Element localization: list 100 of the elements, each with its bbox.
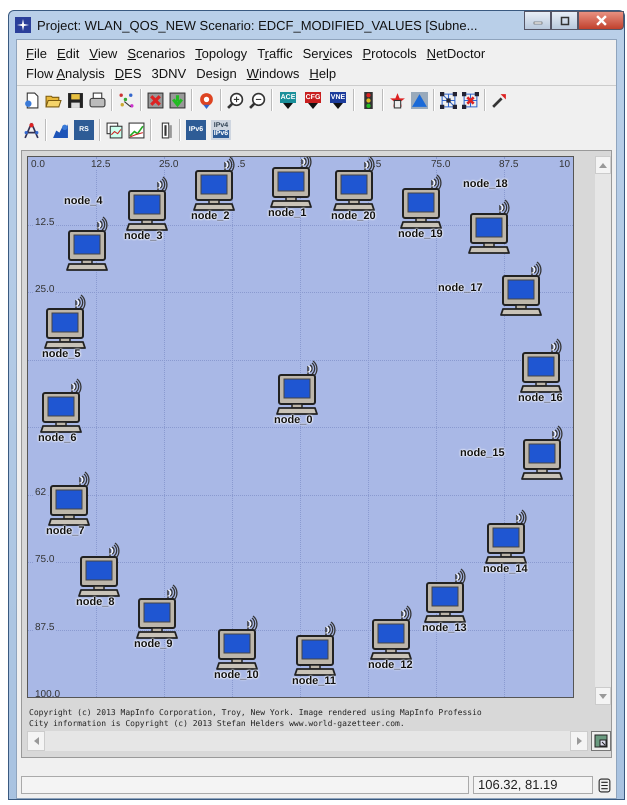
close-button[interactable] <box>578 11 624 30</box>
wireless-computer-icon <box>276 360 318 415</box>
node-label: node_14 <box>483 563 528 575</box>
wireless-computer-icon <box>370 605 412 660</box>
axis-label: 87.5 <box>498 159 520 170</box>
node-label: node_3 <box>124 230 163 242</box>
axis-label: 100.0 <box>34 689 62 697</box>
left-arrow-icon <box>34 737 38 745</box>
axis-label: 25.0 <box>158 159 180 170</box>
node-label: node_9 <box>134 638 173 650</box>
close-icon <box>596 15 606 26</box>
menu-item[interactable]: DES <box>110 66 146 80</box>
windows-icon[interactable] <box>106 122 123 138</box>
node-label: node_8 <box>76 596 115 608</box>
wireless-computer-icon <box>78 542 120 597</box>
printer-icon[interactable] <box>89 92 106 108</box>
document-icon[interactable] <box>23 92 40 108</box>
minimize-button[interactable] <box>524 11 551 30</box>
menu-item[interactable]: Scenarios <box>122 46 190 60</box>
up-arrow-icon <box>599 162 607 168</box>
wireless-computer-icon <box>424 568 466 623</box>
axis-label: 62 <box>34 486 48 498</box>
menu-item[interactable]: View <box>84 46 122 60</box>
node-label: node_4 <box>64 195 103 207</box>
scatter-nodes-icon[interactable] <box>118 92 135 108</box>
horizontal-scrollbar[interactable] <box>27 731 588 751</box>
menu-item[interactable]: Protocols <box>357 46 422 60</box>
copyright-line: City information is Copyright (c) 2013 Stefan Helders www.world-gazetteer.com. <box>29 718 406 729</box>
x-mark-icon[interactable] <box>147 92 164 108</box>
scroll-icon[interactable] <box>597 778 612 792</box>
app-icon <box>15 17 31 33</box>
line-chart-icon[interactable] <box>128 122 145 138</box>
menu-item[interactable]: Traffic <box>252 46 298 60</box>
axis-label: .5 <box>236 159 246 170</box>
node-label: node_20 <box>331 210 376 222</box>
axis-label: 75.0 <box>430 159 452 170</box>
wireless-computer-icon <box>136 584 178 639</box>
scroll-up-button[interactable] <box>595 156 611 174</box>
node-label: node_7 <box>46 525 85 537</box>
star-icon[interactable] <box>389 92 406 108</box>
axis-label: 10 <box>558 159 572 170</box>
axis-label: 0.0 <box>30 159 46 170</box>
compass-icon[interactable] <box>23 122 40 138</box>
vertical-scrollbar[interactable] <box>595 156 611 705</box>
menu-item[interactable]: Topology <box>190 46 252 60</box>
node-label: node_19 <box>398 228 443 240</box>
wand-icon[interactable] <box>491 92 508 108</box>
down-arrow-icon[interactable] <box>169 92 186 108</box>
menu-item[interactable]: 3DNV <box>146 66 192 80</box>
wireless-computer-icon <box>193 157 235 211</box>
menu-item[interactable]: Flow Analysis <box>21 66 110 80</box>
menu-item[interactable]: File <box>21 46 52 60</box>
node-label: node_11 <box>292 675 336 687</box>
zoom-out-icon[interactable] <box>249 92 266 108</box>
wireless-computer-icon <box>126 176 168 231</box>
node-label: node_16 <box>518 392 563 404</box>
node-grid-x-icon[interactable] <box>462 92 479 108</box>
area-chart-icon[interactable] <box>52 122 69 138</box>
node-grid-icon[interactable] <box>440 92 457 108</box>
triangle-icon[interactable] <box>411 92 428 108</box>
axis-label: 25.0 <box>34 284 56 295</box>
axis-label: 12.5 <box>90 159 112 170</box>
wireless-computer-icon <box>294 621 336 676</box>
menu-item[interactable]: Services <box>298 46 358 60</box>
node-label: node_10 <box>214 669 259 681</box>
axis-label: 87.5 <box>34 622 56 632</box>
node-label: node_5 <box>42 348 81 360</box>
map-pin-icon[interactable] <box>198 92 215 108</box>
axis-label: 12.5 <box>34 216 56 228</box>
node-label: node_6 <box>38 432 77 444</box>
menu-item[interactable]: Design <box>191 66 242 80</box>
menu-item[interactable]: Help <box>304 66 342 80</box>
zoom-in-icon[interactable] <box>227 92 244 108</box>
node-label: node_18 <box>463 178 508 190</box>
node-label: node_2 <box>191 210 230 222</box>
wireless-computer-icon <box>468 199 510 254</box>
wireless-computer-icon <box>521 425 563 480</box>
node-label: node_13 <box>422 622 467 634</box>
wireless-computer-icon <box>40 378 82 433</box>
menu-item[interactable]: NetDoctor <box>422 46 490 60</box>
scroll-down-button[interactable] <box>595 687 611 705</box>
window-title: Project: WLAN_QOS_NEW Scenario: EDCF_MODIFIED_VALUES [Subne... <box>37 18 478 32</box>
cursor-coordinates: 106.32, 81.19 <box>473 776 593 794</box>
maximize-button[interactable] <box>551 11 578 30</box>
right-arrow-icon <box>576 737 582 745</box>
wireless-computer-icon <box>48 471 90 526</box>
axis-label: 75.0 <box>34 554 56 565</box>
copyright-line: Copyright (c) 2013 MapInfo Corporation, Troy, New York. Image rendered using MapInfo Professio <box>29 707 483 718</box>
node-label: node_12 <box>368 659 413 671</box>
wireless-computer-icon <box>66 216 108 271</box>
wireless-computer-icon <box>333 157 375 211</box>
menu-item[interactable]: Windows <box>242 66 304 80</box>
overview-button[interactable] <box>591 731 611 751</box>
node-label: node_1 <box>268 207 307 219</box>
wireless-computer-icon <box>270 157 312 208</box>
menu-item[interactable]: Edit <box>52 46 84 60</box>
wireless-computer-icon <box>520 338 562 393</box>
scroll-left-button[interactable] <box>27 731 45 751</box>
node-label: node_17 <box>438 282 483 294</box>
wireless-computer-icon <box>44 294 86 349</box>
